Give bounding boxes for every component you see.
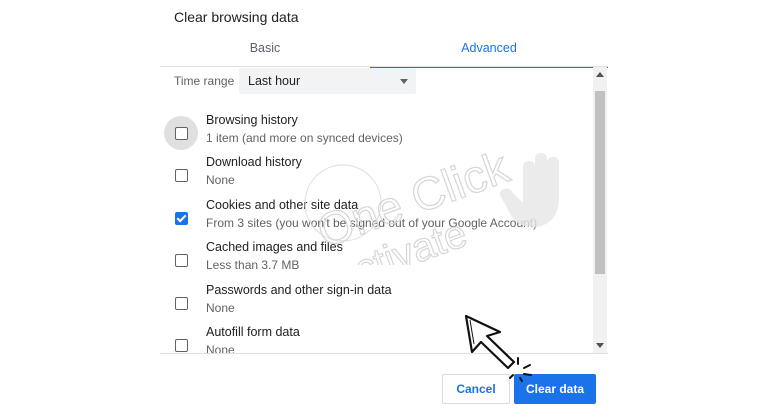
checkbox-focus-ring [164,116,198,150]
item-cookies[interactable]: Cookies and other site data From 3 sites… [160,198,590,238]
item-title: Autofill form data [206,325,300,339]
cached-images-checkbox[interactable] [175,254,188,267]
item-title: Passwords and other sign-in data [206,283,392,297]
checkbox-wrap [164,201,198,235]
item-subtitle: From 3 sites (you won't be signed out of… [206,216,538,230]
autofill-checkbox[interactable] [175,339,188,352]
scroll-down-arrow-icon[interactable] [596,343,604,348]
checkbox-wrap [164,328,198,353]
item-title: Cached images and files [206,240,343,254]
checkbox-wrap [164,286,198,320]
scroll-up-arrow-icon[interactable] [596,72,604,77]
scrollbar[interactable] [593,67,607,353]
caret-down-icon [400,79,408,84]
item-subtitle: None [206,343,235,353]
scroll-thumb[interactable] [595,91,605,274]
footer-divider [160,353,608,354]
clear-data-button[interactable]: Clear data [514,374,596,404]
checkbox-wrap [164,158,198,192]
passwords-checkbox[interactable] [175,297,188,310]
item-browsing-history[interactable]: Browsing history 1 item (and more on syn… [160,113,590,153]
item-passwords[interactable]: Passwords and other sign-in data None [160,283,590,323]
item-download-history[interactable]: Download history None [160,155,590,195]
item-title: Browsing history [206,113,298,127]
time-range-select[interactable]: Last hour [239,68,416,94]
time-range-label: Time range [174,74,235,88]
item-subtitle: None [206,301,235,315]
item-autofill[interactable]: Autofill form data None [160,325,590,353]
options-list[interactable]: Time range Last hour Browsing history 1 … [160,67,608,353]
tab-advanced[interactable]: Advanced [370,30,608,68]
cancel-button[interactable]: Cancel [442,374,510,404]
browsing-history-checkbox[interactable] [175,127,188,140]
item-subtitle: 1 item (and more on synced devices) [206,131,403,145]
item-subtitle: None [206,173,235,187]
tab-basic[interactable]: Basic [160,30,370,66]
dialog-title: Clear browsing data [174,9,299,25]
item-title: Cookies and other site data [206,198,359,212]
cookies-checkbox[interactable] [175,212,188,225]
item-subtitle: Less than 3.7 MB [206,258,300,272]
download-history-checkbox[interactable] [175,169,188,182]
time-range-value: Last hour [248,74,301,88]
item-title: Download history [206,155,302,169]
item-cached-images[interactable]: Cached images and files Less than 3.7 MB [160,240,590,280]
tab-bar: Basic Advanced [160,30,608,68]
checkbox-wrap [164,243,198,277]
